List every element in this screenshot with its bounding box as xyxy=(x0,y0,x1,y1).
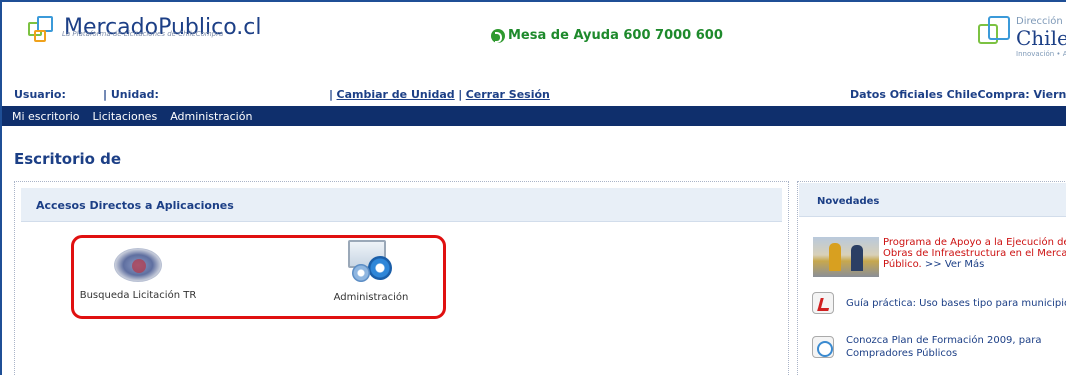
header: MercadoPublico.cl La Plataforma de Licit… xyxy=(2,2,1066,80)
novedades-title: Novedades xyxy=(817,196,880,207)
news-text: Conozca Plan de Formación 2009, para Com… xyxy=(846,335,1042,359)
chilecompra-logo[interactable]: Dirección ChileC Innovación • A xyxy=(974,12,1066,62)
news-text: Guía práctica: Uso bases tipo para munic… xyxy=(846,297,1066,309)
logo-tagline: La Plataforma de Licitaciones de ChileCo… xyxy=(62,30,224,38)
pdf-icon xyxy=(812,292,834,314)
cerrar-sesion-link[interactable]: Cerrar Sesión xyxy=(466,88,550,101)
phone-icon xyxy=(491,28,505,43)
accesos-panel: Accesos Directos a Aplicaciones Busqueda… xyxy=(14,181,789,375)
usuario-label: Usuario: xyxy=(14,88,66,101)
news-item[interactable]: Guía práctica: Uso bases tipo para munic… xyxy=(812,292,1066,314)
app-label: Busqueda Licitación TR xyxy=(79,290,197,301)
admin-gear-icon xyxy=(342,240,400,284)
accesos-title: Accesos Directos a Aplicaciones xyxy=(36,199,234,212)
nav-administracion[interactable]: Administración xyxy=(170,110,252,123)
ver-mas-link[interactable]: >> Ver Más xyxy=(925,259,984,270)
chile-logo-sub: Innovación • A xyxy=(1016,50,1066,58)
page-frame: MercadoPublico.cl La Plataforma de Licit… xyxy=(0,0,1066,375)
separator: | xyxy=(329,88,334,101)
user-bar: Usuario: | Unidad: | Cambiar de Unidad |… xyxy=(14,88,1066,102)
workers-photo xyxy=(813,237,879,277)
datos-oficiales: Datos Oficiales ChileCompra: Viernes 13 … xyxy=(850,88,1066,101)
novedades-panel-header: Novedades xyxy=(799,183,1066,217)
clock-icon xyxy=(812,336,834,358)
main-nav: Mi escritorio Licitaciones Administració… xyxy=(2,106,1066,126)
separator: | xyxy=(458,88,463,101)
logo-squares-icon xyxy=(28,16,58,48)
app-busqueda-licitacion[interactable]: Busqueda Licitación TR xyxy=(73,248,203,301)
app-administracion[interactable]: Administración xyxy=(311,240,431,303)
chile-logo-name: ChileC xyxy=(1016,26,1066,50)
accesos-panel-header: Accesos Directos a Aplicaciones xyxy=(21,188,782,222)
news-item[interactable]: Conozca Plan de Formación 2009, para Com… xyxy=(812,334,1066,360)
app-label: Administración xyxy=(333,292,409,303)
nav-licitaciones[interactable]: Licitaciones xyxy=(93,110,158,123)
news-item-featured[interactable]: Programa de Apoyo a la Ejecución de Obra… xyxy=(813,237,1066,277)
cambiar-unidad-link[interactable]: Cambiar de Unidad xyxy=(337,88,455,101)
session-links: | Cambiar de Unidad | Cerrar Sesión xyxy=(329,88,550,101)
help-desk: Mesa de Ayuda 600 7000 600 xyxy=(491,28,723,43)
novedades-panel: Novedades Programa de Apoyo a la Ejecuci… xyxy=(797,181,1066,375)
page-title: Escritorio de xyxy=(14,150,122,168)
unidad-label: | Unidad: xyxy=(103,88,159,101)
news-text: Programa de Apoyo a la Ejecución de Obra… xyxy=(883,237,1066,270)
help-desk-text: Mesa de Ayuda 600 7000 600 xyxy=(508,28,723,43)
seal-icon xyxy=(114,248,162,282)
nav-mi-escritorio[interactable]: Mi escritorio xyxy=(12,110,80,123)
